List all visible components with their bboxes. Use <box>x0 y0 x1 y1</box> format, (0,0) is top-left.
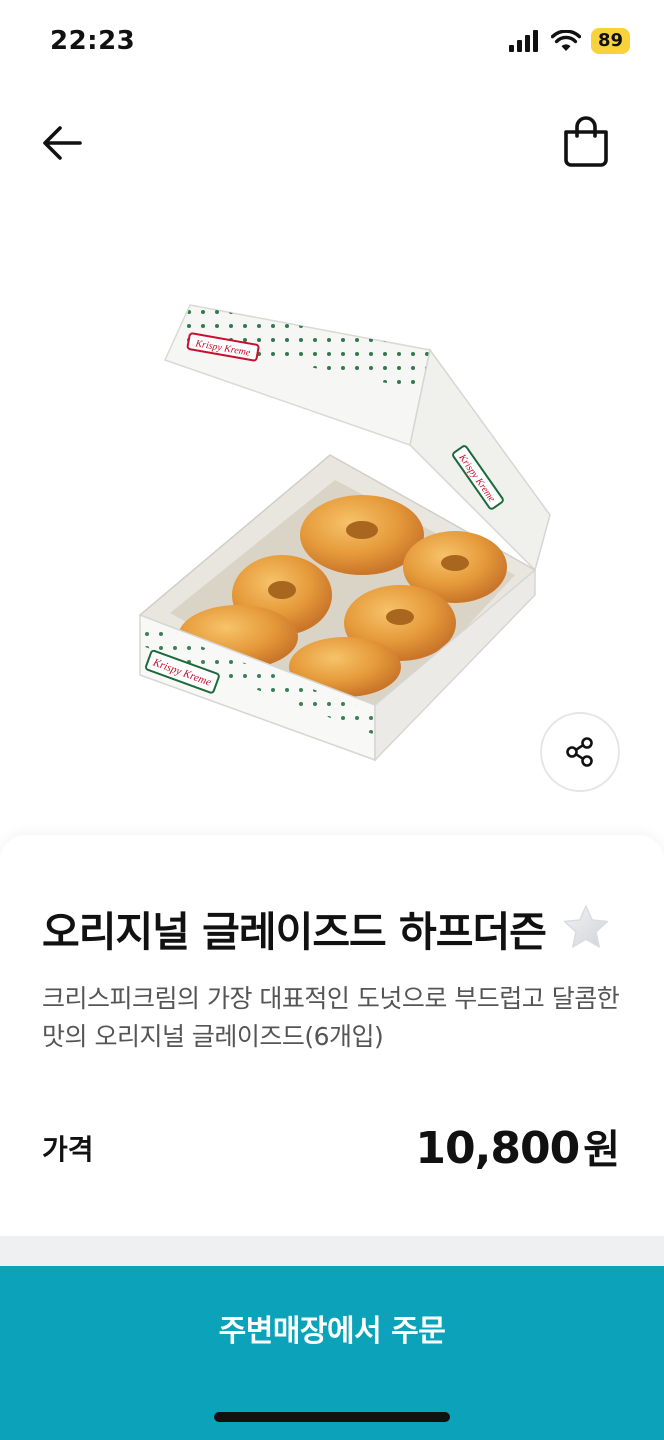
product-info-card: 오리지널 글레이즈드 하프더즌 크리스피크림의 가장 대표적인 도넛으로 부드럽… <box>0 835 664 1245</box>
title-row: 오리지널 글레이즈드 하프더즌 <box>42 898 612 958</box>
share-button[interactable] <box>540 712 620 792</box>
price-label: 가격 <box>42 1133 94 1166</box>
price-amount: 10,800 <box>415 1123 580 1174</box>
product-title: 오리지널 글레이즈드 하프더즌 <box>42 908 547 956</box>
order-button-label: 주변매장에서 주문 <box>218 1314 446 1349</box>
product-description: 크리스피크림의 가장 대표적인 도넛으로 부드럽고 달콤한 맛의 오리지널 글레… <box>42 984 620 1051</box>
home-indicator <box>214 1412 450 1422</box>
arrow-left-icon <box>43 126 82 160</box>
price-unit: 원 <box>583 1127 620 1173</box>
share-icon <box>566 737 593 767</box>
shopping-bag-icon <box>564 116 608 167</box>
star-icon[interactable] <box>560 902 612 954</box>
status-bar: 22:23 89 <box>0 0 664 88</box>
status-time: 22:23 <box>50 26 136 56</box>
donut-box-image: Krispy Kreme Krispy Kreme Krispy Kreme <box>138 304 551 762</box>
product-image: Krispy Kreme Krispy Kreme Krispy Kreme <box>130 295 560 765</box>
cart-button[interactable] <box>558 114 614 170</box>
order-nearby-store-button[interactable]: 주변매장에서 주문 <box>0 1266 664 1440</box>
top-nav <box>0 100 664 190</box>
battery-icon: 89 <box>590 28 630 54</box>
cellular-signal-icon <box>508 30 538 52</box>
divider <box>0 1236 664 1268</box>
back-button[interactable] <box>38 118 88 168</box>
price-value: 10,800 원 <box>415 1117 620 1175</box>
wifi-icon <box>550 30 581 51</box>
status-icons: 89 <box>508 28 630 54</box>
